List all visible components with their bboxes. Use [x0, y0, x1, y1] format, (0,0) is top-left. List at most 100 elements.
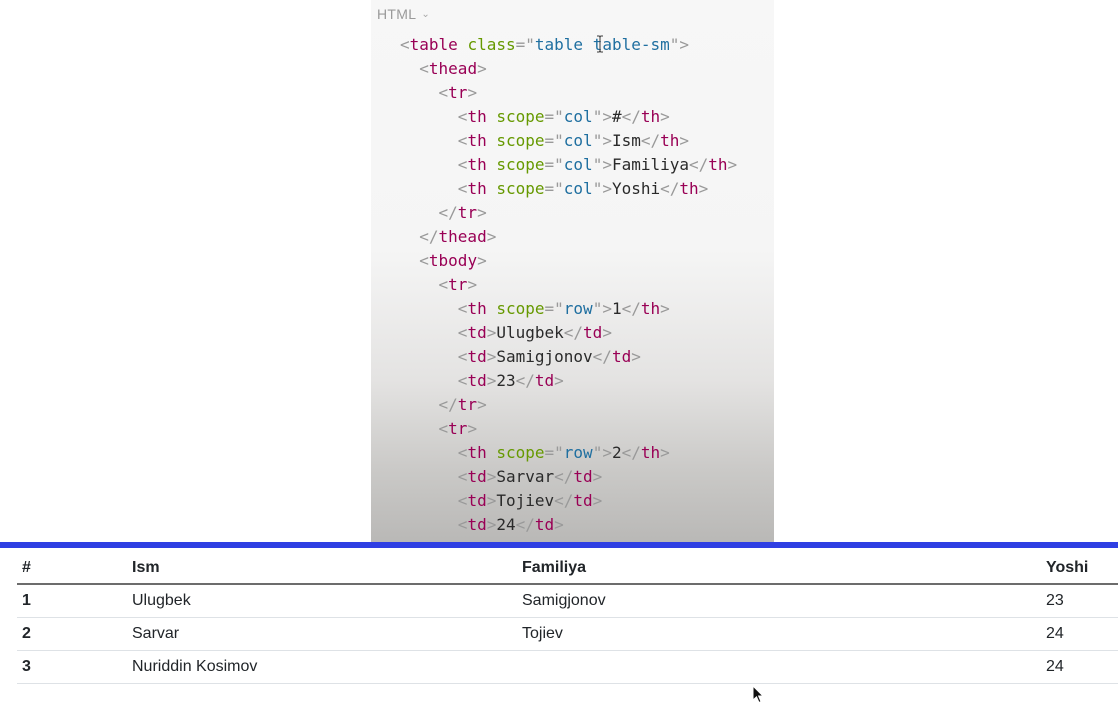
code-token: > — [486, 227, 497, 246]
code-token: < — [457, 515, 468, 534]
code-token: tr — [448, 83, 468, 102]
code-line: <td>23</td> — [400, 369, 737, 393]
code-token: col — [563, 155, 593, 174]
code-token: scope — [496, 155, 545, 174]
code-token: > — [698, 179, 709, 198]
code-token: </ — [621, 299, 641, 318]
cell-yoshi: 24 — [1041, 650, 1118, 684]
code-token: td — [611, 347, 632, 366]
code-token: td — [573, 467, 593, 486]
code-token: </ — [660, 179, 680, 198]
code-line: <th scope="col">Familiya</th> — [400, 153, 737, 177]
code-token: th — [467, 155, 487, 174]
code-token: table — [409, 35, 458, 54]
code-token: td — [467, 323, 487, 342]
cell-familiya: Tojiev — [517, 617, 1041, 651]
code-token: scope — [496, 107, 545, 126]
column-header-yoshi: Yoshi — [1041, 552, 1118, 585]
code-token: th — [708, 155, 728, 174]
code-line: <td>Ulugbek</td> — [400, 321, 737, 345]
code-token: th — [640, 443, 661, 462]
cell-familiya — [517, 650, 1041, 684]
code-token: "> — [669, 35, 690, 54]
code-token: > — [631, 347, 641, 366]
code-token: </ — [515, 515, 535, 534]
code-line: </tr> — [400, 393, 737, 417]
code-token: th — [679, 179, 699, 198]
code-token: < — [457, 443, 468, 462]
code-token: > — [486, 323, 497, 342]
code-token: th — [467, 179, 487, 198]
code-token: < — [419, 59, 429, 78]
code-line: <th scope="col">Ism</th> — [400, 129, 737, 153]
panel-separator — [0, 542, 1118, 548]
code-token: < — [457, 155, 468, 174]
code-token: </ — [554, 467, 574, 486]
code-token: > — [477, 203, 487, 222]
cell-yoshi: 24 — [1041, 617, 1118, 651]
table-head: # Ism Familiya Yoshi — [17, 552, 1118, 585]
code-token: 23 — [496, 371, 516, 390]
code-token: th — [467, 443, 487, 462]
cell-ism: Ulugbek — [127, 584, 517, 618]
code-token: < — [457, 323, 468, 342]
code-token: </ — [438, 395, 458, 414]
code-token: row — [563, 443, 593, 462]
code-token: < — [457, 467, 468, 486]
mouse-pointer-icon — [752, 684, 766, 704]
code-token: =" — [544, 299, 564, 318]
code-token: =" — [544, 155, 564, 174]
code-token: "> — [592, 179, 612, 198]
code-token: =" — [544, 443, 564, 462]
code-token: </ — [515, 371, 535, 390]
code-token: > — [660, 299, 670, 318]
code-token: < — [457, 347, 468, 366]
code-token: </ — [621, 443, 641, 462]
language-selector[interactable]: HTML ⌄ — [377, 6, 430, 22]
code-token: </ — [592, 347, 612, 366]
code-token: </ — [689, 155, 709, 174]
code-token: < — [438, 275, 449, 294]
code-token: > — [477, 395, 487, 414]
code-token: > — [467, 83, 478, 102]
code-token: > — [486, 371, 497, 390]
code-line: <td>Samigjonov</td> — [400, 345, 737, 369]
code-token: thead — [428, 59, 478, 78]
code-line: </thead> — [400, 225, 737, 249]
code-token: </ — [621, 107, 641, 126]
language-label: HTML — [377, 6, 417, 22]
code-token: < — [457, 491, 468, 510]
code-token: col — [563, 131, 593, 150]
code-token: tr — [448, 419, 468, 438]
code-token: =" — [544, 131, 564, 150]
code-token: > — [477, 59, 487, 78]
code-token: td — [534, 371, 555, 390]
code-token: < — [457, 179, 468, 198]
code-token: col — [563, 107, 593, 126]
code-line: <td>Sarvar</td> — [400, 465, 737, 489]
code-token: scope — [496, 443, 545, 462]
code-token: "> — [592, 299, 612, 318]
code-token: =" — [544, 107, 564, 126]
code-line: <th scope="col">Yoshi</th> — [400, 177, 737, 201]
code-token: > — [467, 419, 478, 438]
code-token: 24 — [496, 515, 516, 534]
row-number: 1 — [17, 584, 127, 618]
code-token: td — [467, 491, 487, 510]
code-token: > — [592, 491, 603, 510]
code-token: td — [467, 371, 487, 390]
code-token: Sarvar — [496, 467, 555, 486]
